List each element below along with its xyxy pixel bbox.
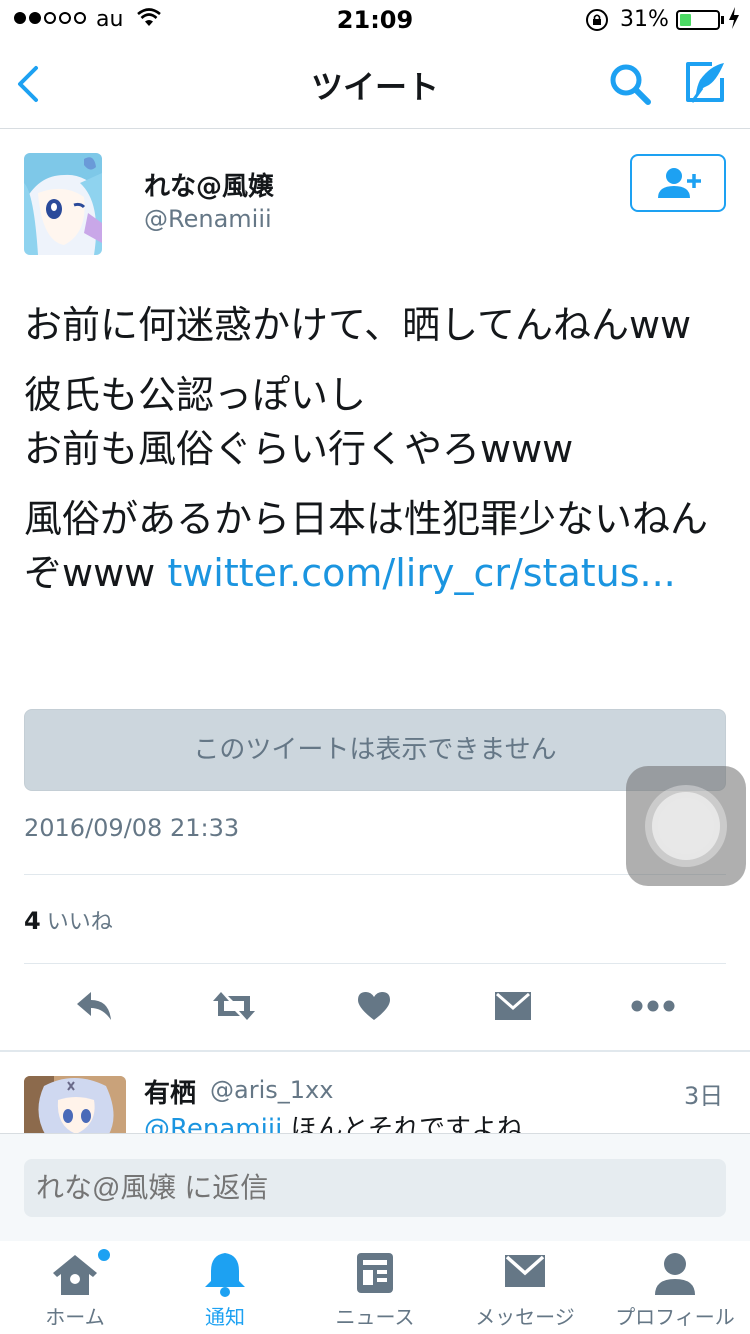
tweet-timestamp: 2016/09/08 21:33 xyxy=(24,814,240,842)
news-icon xyxy=(355,1251,395,1299)
likes-number: 4 xyxy=(24,907,41,935)
home-notification-dot xyxy=(96,1247,112,1263)
divider xyxy=(24,963,726,964)
tab-profile[interactable]: プロフィール xyxy=(600,1241,750,1334)
reply-text[interactable]: @Renamiii ほんとそれですよね xyxy=(144,1108,523,1134)
more-icon[interactable] xyxy=(631,988,675,1024)
like-icon[interactable] xyxy=(352,988,396,1024)
reply-author-name[interactable]: 有栖 xyxy=(144,1073,196,1110)
battery-percent: 31% xyxy=(620,7,669,32)
unavailable-quote-card: このツイートは表示できません xyxy=(24,709,726,791)
retweet-icon[interactable] xyxy=(212,988,256,1024)
rotation-lock-icon xyxy=(585,8,609,38)
battery-icon xyxy=(676,10,720,30)
tab-notifications[interactable]: 通知 xyxy=(150,1241,300,1334)
reply-avatar[interactable] xyxy=(24,1076,126,1136)
tab-bar: ホーム 通知 ニュース メッセージ プロフィール xyxy=(0,1241,750,1334)
follow-button[interactable] xyxy=(630,154,726,212)
home-icon xyxy=(51,1251,99,1301)
tab-label: 通知 xyxy=(205,1305,245,1329)
reply-author-handle[interactable]: @aris_1xx xyxy=(210,1076,333,1104)
reply-body: ほんとそれですよね xyxy=(282,1114,524,1134)
profile-icon xyxy=(653,1251,697,1301)
status-bar: au 21:09 31% xyxy=(0,0,750,40)
compose-icon[interactable] xyxy=(682,60,728,110)
tab-messages[interactable]: メッセージ xyxy=(450,1241,600,1334)
tab-home[interactable]: ホーム xyxy=(0,1241,150,1334)
message-icon[interactable] xyxy=(491,988,535,1024)
reply-icon[interactable] xyxy=(73,988,117,1024)
battery-tip xyxy=(721,16,724,24)
reply-mention[interactable]: @Renamiii xyxy=(144,1114,282,1134)
tab-label: プロフィール xyxy=(615,1305,735,1329)
tweet-text: お前に何迷惑かけて、晒してんねんww 彼氏も公認っぽいし お前も風俗ぐらい行くや… xyxy=(24,298,724,616)
tweet-link[interactable]: twitter.com/liry_cr/status... xyxy=(167,551,675,595)
author-handle[interactable]: @Renamiii xyxy=(144,205,272,233)
avatar[interactable] xyxy=(24,153,102,255)
search-icon[interactable] xyxy=(608,62,652,110)
charging-icon xyxy=(728,6,740,36)
add-user-icon xyxy=(658,168,701,198)
navigation-bar: ツイート xyxy=(0,40,750,129)
tweet-paragraph: お前に何迷惑かけて、晒してんねんww xyxy=(24,303,692,347)
battery-level xyxy=(680,14,691,26)
reply-time: 3日 xyxy=(684,1082,724,1110)
likes-label: いいね xyxy=(46,910,113,935)
assistive-touch-button[interactable] xyxy=(626,766,746,886)
unavailable-text: このツイートは表示できません xyxy=(193,735,557,765)
tweet-paragraph: 彼氏も公認っぽいし お前も風俗ぐらい行くやろwww xyxy=(24,373,574,471)
reply-input[interactable] xyxy=(24,1159,726,1217)
bell-icon xyxy=(203,1251,247,1301)
envelope-icon xyxy=(503,1251,547,1295)
likes-count[interactable]: 4 いいね xyxy=(24,904,113,936)
tab-label: メッセージ xyxy=(475,1305,575,1329)
author-name[interactable]: れな@風嬢 xyxy=(144,166,274,203)
section-divider xyxy=(0,1050,750,1052)
tab-news[interactable]: ニュース xyxy=(300,1241,450,1334)
tab-label: ニュース xyxy=(335,1305,415,1329)
tab-label: ホーム xyxy=(45,1305,105,1329)
reply-composer xyxy=(0,1133,750,1242)
tweet-paragraph: 風俗があるから日本は性犯罪少ないねんぞwww twitter.com/liry_… xyxy=(24,492,724,600)
divider xyxy=(24,874,726,875)
